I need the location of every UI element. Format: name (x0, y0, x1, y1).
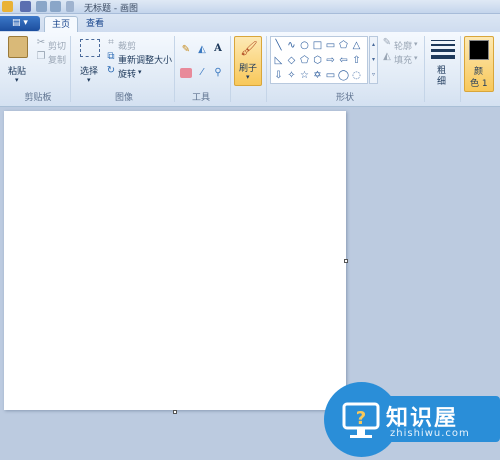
shape-9-icon[interactable]: ⬠ (298, 53, 311, 68)
select-dropdown-icon[interactable]: ▾ (87, 76, 91, 84)
shape-16-icon[interactable]: ☆ (298, 68, 311, 83)
brushes-button[interactable]: 🖌 刷子 ▾ (234, 36, 262, 86)
ribbon: 粘贴 ▾ ✂ 剪切 ❐ 复制 剪贴板 选择 ▾ ⌗ 裁剪 ⧉ 重新调整大小 ↻ … (0, 32, 500, 107)
fill-bucket-icon[interactable]: ◭ (196, 44, 208, 56)
outline-button[interactable]: 轮廓 (394, 39, 412, 52)
window-title: 无标题 - 画图 (84, 4, 138, 14)
shape-1-icon[interactable]: ∿ (285, 38, 298, 53)
copy-icon[interactable]: ❐ (36, 52, 46, 62)
title-bar: 无标题 - 画图 (0, 0, 500, 14)
crop-button[interactable]: 裁剪 (118, 39, 136, 52)
shape-grid: ╲ ∿ ○ □ ▭ ⬠ △ ◺ ◇ ⬠ ⬡ ⇨ ⇦ ⇧ ⇩ ✧ ☆ ✡ ▭ ◯ ◌ (272, 38, 368, 84)
rotate-icon[interactable]: ↻ (106, 66, 116, 76)
magnifier-icon[interactable]: ⚲ (212, 67, 224, 79)
clipboard-group-label: 剪贴板 (24, 93, 52, 103)
shapes-scroll[interactable]: ▴ ▾ ▿ (369, 36, 378, 84)
undo-icon[interactable] (36, 1, 47, 12)
color1-label-line2: 色 1 (470, 79, 488, 89)
separator (70, 36, 71, 102)
size-label: 粗细 (437, 66, 447, 87)
shape-12-icon[interactable]: ⇦ (337, 53, 350, 68)
paint-app-icon (2, 1, 13, 12)
shape-7-icon[interactable]: ◺ (272, 53, 285, 68)
size-button[interactable]: 粗细 (428, 36, 458, 92)
rotate-dropdown-icon[interactable]: ▾ (138, 68, 142, 76)
brushes-dropdown-icon: ▾ (246, 73, 250, 81)
paste-dropdown-icon[interactable]: ▾ (15, 76, 19, 84)
shape-20-icon[interactable]: ◌ (350, 68, 363, 83)
fill-button[interactable]: 填充 (394, 53, 412, 66)
shape-8-icon[interactable]: ◇ (285, 53, 298, 68)
copy-button[interactable]: 复制 (48, 53, 66, 66)
crop-icon[interactable]: ⌗ (106, 38, 116, 48)
shape-14-icon[interactable]: ⇩ (272, 68, 285, 83)
save-icon[interactable] (20, 1, 31, 12)
text-icon[interactable]: A (212, 43, 224, 55)
tab-view[interactable]: 查看 (80, 16, 110, 32)
drawing-canvas[interactable] (4, 111, 346, 410)
color-picker-icon[interactable]: ⁄ (196, 67, 208, 79)
quick-access-dropdown-icon[interactable] (66, 1, 74, 12)
shape-13-icon[interactable]: ⇧ (350, 53, 363, 68)
fill-dropdown-icon[interactable]: ▾ (414, 54, 418, 62)
shape-11-icon[interactable]: ⇨ (324, 53, 337, 68)
redo-icon[interactable] (50, 1, 61, 12)
separator (266, 36, 267, 102)
separator (174, 36, 175, 102)
color1-button[interactable]: 颜 色 1 (464, 36, 494, 92)
resize-handle-right[interactable] (344, 259, 348, 263)
shape-5-icon[interactable]: ⬠ (337, 38, 350, 53)
watermark-logo: ? 知识屋 zhishiwu.com (324, 382, 500, 457)
svg-text:?: ? (356, 408, 366, 429)
shape-19-icon[interactable]: ◯ (337, 68, 350, 83)
shape-17-icon[interactable]: ✡ (311, 68, 324, 83)
tab-home[interactable]: 主页 (44, 16, 78, 32)
select-icon[interactable] (80, 39, 100, 57)
shapes-group-label: 形状 (335, 93, 354, 103)
shape-15-icon[interactable]: ✧ (285, 68, 298, 83)
paste-icon[interactable] (8, 36, 28, 58)
eraser-icon[interactable] (180, 68, 192, 78)
pencil-icon[interactable]: ✎ (180, 44, 192, 56)
separator (424, 36, 425, 102)
shape-3-icon[interactable]: □ (311, 38, 324, 53)
shape-4-icon[interactable]: ▭ (324, 38, 337, 53)
cut-icon[interactable]: ✂ (36, 38, 46, 48)
watermark-en-text: zhishiwu.com (390, 428, 470, 439)
resize-icon[interactable]: ⧉ (106, 52, 116, 62)
shapes-gallery: ╲ ∿ ○ □ ▭ ⬠ △ ◺ ◇ ⬠ ⬡ ⇨ ⇦ ⇧ ⇩ ✧ ☆ ✡ ▭ ◯ ◌ (270, 36, 368, 84)
color1-swatch (469, 40, 489, 60)
size-lines-icon (431, 40, 455, 59)
rotate-button[interactable]: 旋转 (118, 67, 136, 80)
cut-button[interactable]: 剪切 (48, 39, 66, 52)
brush-icon: 🖌 (240, 41, 258, 57)
shape-10-icon[interactable]: ⬡ (311, 53, 324, 68)
shape-6-icon[interactable]: △ (350, 38, 363, 53)
shape-18-icon[interactable]: ▭ (324, 68, 337, 83)
resize-button[interactable]: 重新调整大小 (118, 53, 172, 66)
ribbon-tabs: ▤ ▾ 主页 查看 (0, 14, 500, 32)
separator (230, 36, 231, 102)
image-group-label: 图像 (114, 93, 133, 103)
shape-0-icon[interactable]: ╲ (272, 38, 285, 53)
separator (460, 36, 461, 102)
fill-icon[interactable]: ◭ (382, 52, 392, 62)
outline-dropdown-icon[interactable]: ▾ (414, 40, 418, 48)
file-menu-button[interactable]: ▤ ▾ (0, 16, 40, 31)
outline-icon[interactable]: ✎ (382, 38, 392, 48)
shape-2-icon[interactable]: ○ (298, 38, 311, 53)
tools-group-label: 工具 (191, 93, 210, 103)
resize-handle-bottom[interactable] (173, 410, 177, 414)
